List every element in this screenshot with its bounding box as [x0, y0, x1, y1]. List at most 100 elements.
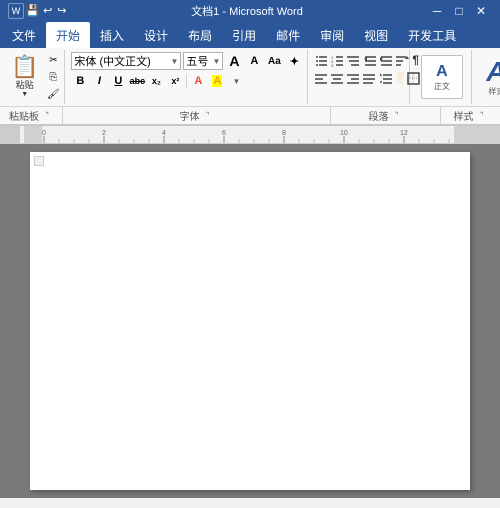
paste-icon: 📋: [11, 56, 38, 78]
font-color-icon: A: [194, 75, 202, 87]
menu-item-developer[interactable]: 开发工具: [398, 22, 466, 48]
menu-item-mail[interactable]: 邮件: [266, 22, 310, 48]
bold-button[interactable]: B: [71, 72, 89, 90]
highlight-button[interactable]: A: [208, 72, 226, 90]
minimize-button[interactable]: ─: [426, 3, 448, 19]
para-row1: 1.2.3. ¶: [314, 52, 405, 68]
document-area[interactable]: [0, 144, 500, 498]
sort-button[interactable]: [395, 52, 410, 68]
paragraph-group: 1.2.3. ¶: [310, 50, 410, 104]
styles-pane-group: A 样式: [474, 50, 500, 104]
ruler-content[interactable]: 0 2 4 6 8 10: [24, 126, 496, 143]
styles-group: A 正文: [412, 50, 472, 104]
section-styles-label: 样式: [454, 108, 474, 123]
font-size-arrow[interactable]: ▼: [212, 57, 220, 66]
svg-text:6: 6: [222, 130, 226, 137]
style-name: 正文: [434, 81, 450, 92]
copy-button[interactable]: ⎘: [44, 69, 62, 85]
ruler-left-indent: [0, 126, 20, 144]
clipboard-expand-icon[interactable]: ⌝: [41, 110, 53, 122]
styles-large-label: 样式: [488, 86, 500, 97]
clear-format-button[interactable]: ✦: [285, 52, 303, 70]
increase-indent-button[interactable]: [379, 52, 394, 68]
close-button[interactable]: ✕: [470, 3, 492, 19]
underline-button[interactable]: U: [109, 72, 127, 90]
style-icon: A: [436, 63, 448, 81]
svg-text:0: 0: [42, 130, 46, 137]
format-painter-button[interactable]: 🖌: [44, 86, 62, 102]
change-case-button[interactable]: Aa: [265, 52, 283, 70]
svg-text:12: 12: [400, 130, 408, 137]
menu-item-view[interactable]: 视图: [354, 22, 398, 48]
cut-button[interactable]: ✂: [44, 52, 62, 68]
paragraph-expand-icon[interactable]: ⌝: [391, 110, 403, 122]
ribbon-main-row: 📋 粘贴 ▼ ✂ ⎘ 🖌 宋体 (中文正文) ▼ 五号 ▼: [0, 48, 500, 106]
align-right-button[interactable]: [346, 70, 361, 86]
line-spacing-button[interactable]: [379, 70, 394, 86]
strikethrough-button[interactable]: abc: [128, 72, 146, 90]
menu-bar: 文件 开始 插入 设计 布局 引用 邮件 审阅 视图 开发工具: [0, 22, 500, 48]
font-format-row: B I U abc x₂ x² A A ▼: [71, 72, 303, 90]
align-left-button[interactable]: [314, 70, 329, 86]
ribbon: 📋 粘贴 ▼ ✂ ⎘ 🖌 宋体 (中文正文) ▼ 五号 ▼: [0, 48, 500, 126]
maximize-button[interactable]: □: [448, 3, 470, 19]
font-size-text: 五号: [186, 53, 212, 69]
clipboard-small-btns: ✂ ⎘ 🖌: [44, 52, 62, 102]
section-clipboard: 粘贴板 ⌝: [0, 107, 62, 124]
font-shrink-button[interactable]: A: [245, 52, 263, 70]
font-name-text: 宋体 (中文正文): [74, 53, 170, 69]
ruler: 0 2 4 6 8 10: [0, 126, 500, 144]
quick-access-redo[interactable]: ↪: [56, 3, 68, 17]
section-paragraph-label: 段落: [369, 108, 389, 123]
svg-text:10: 10: [340, 130, 348, 137]
shading-button[interactable]: ░: [395, 70, 404, 86]
menu-item-insert[interactable]: 插入: [90, 22, 134, 48]
title-bar: W 💾 ↩ ↪ 文档1 - Microsoft Word ─ □ ✕: [0, 0, 500, 22]
font-size-input[interactable]: 五号 ▼: [183, 52, 223, 70]
ruler-svg: 0 2 4 6 8 10: [24, 126, 500, 144]
section-font-label: 字体: [180, 108, 200, 123]
section-clipboard-label: 粘贴板: [9, 108, 39, 123]
font-color-dropdown[interactable]: ▼: [227, 72, 245, 90]
font-grow-button[interactable]: A: [225, 52, 243, 70]
menu-item-review[interactable]: 审阅: [310, 22, 354, 48]
menu-item-home[interactable]: 开始: [46, 22, 90, 48]
para-row2: ░: [314, 70, 405, 86]
styles-large-button[interactable]: A 样式: [478, 58, 500, 97]
menu-item-file[interactable]: 文件: [2, 22, 46, 48]
font-expand-icon[interactable]: ⌝: [202, 110, 214, 122]
svg-text:4: 4: [162, 130, 166, 137]
quick-access-save[interactable]: 💾: [26, 3, 40, 17]
font-name-arrow[interactable]: ▼: [170, 57, 178, 66]
title-text: 文档1 - Microsoft Word: [68, 3, 426, 19]
paste-button[interactable]: 📋 粘贴 ▼: [6, 52, 43, 102]
numbered-list-button[interactable]: 1.2.3.: [330, 52, 345, 68]
align-center-button[interactable]: [330, 70, 345, 86]
justify-button[interactable]: [362, 70, 377, 86]
svg-text:3.: 3.: [331, 63, 334, 67]
bullet-list-button[interactable]: [314, 52, 329, 68]
quick-access-undo[interactable]: ↩: [42, 3, 54, 17]
svg-text:2: 2: [102, 130, 106, 137]
menu-item-layout[interactable]: 布局: [178, 22, 222, 48]
window-controls: ─ □ ✕: [426, 3, 492, 19]
menu-item-references[interactable]: 引用: [222, 22, 266, 48]
styles-expand-icon[interactable]: ⌝: [476, 110, 488, 122]
font-color-button[interactable]: A: [189, 72, 207, 90]
menu-item-design[interactable]: 设计: [134, 22, 178, 48]
paste-dropdown-arrow[interactable]: ▼: [21, 91, 28, 98]
superscript-button[interactable]: x²: [166, 72, 184, 90]
decrease-indent-button[interactable]: [363, 52, 378, 68]
highlight-icon: A: [212, 75, 222, 87]
styles-large-icon: A: [486, 58, 500, 86]
section-font: 字体 ⌝: [62, 107, 330, 124]
font-name-input[interactable]: 宋体 (中文正文) ▼: [71, 52, 181, 70]
italic-button[interactable]: I: [90, 72, 108, 90]
multilevel-list-button[interactable]: [346, 52, 361, 68]
document-page[interactable]: [30, 152, 470, 490]
font-name-row: 宋体 (中文正文) ▼ 五号 ▼ A A Aa ✦: [71, 52, 303, 70]
subscript-button[interactable]: x₂: [147, 72, 165, 90]
file-menu-icon[interactable]: W: [8, 3, 24, 19]
style-normal-button[interactable]: A 正文: [421, 55, 463, 99]
page-corner-marker: [34, 156, 44, 166]
